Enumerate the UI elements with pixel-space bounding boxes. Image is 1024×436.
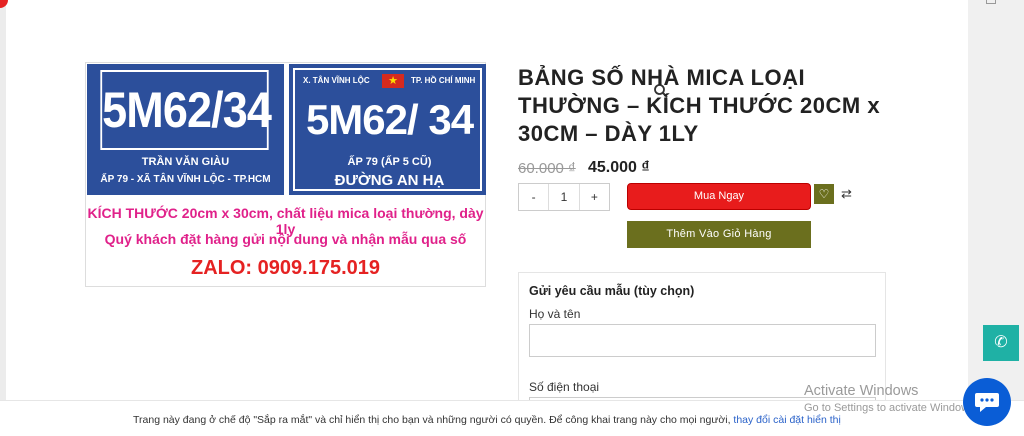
quantity-plus-button[interactable]: +	[580, 184, 609, 210]
zalo-caption: ZALO: 0909.175.019	[191, 257, 380, 279]
activate-windows-title: Activate Windows	[804, 383, 919, 399]
chat-bubble-icon[interactable]	[963, 378, 1011, 426]
notice-text: Trang này đang ở chế độ "Sắp ra mắt" và …	[133, 414, 734, 426]
buy-now-button[interactable]: Mua Ngay	[627, 183, 811, 210]
cart-icon[interactable]	[986, 0, 996, 4]
plate-number: 5M62/ 34	[305, 96, 474, 143]
name-label: Họ và tên	[529, 307, 581, 321]
product-image[interactable]: 5M62/34 TRẦN VĂN GIÀU ẤP 79 - XÃ TÂN VĨN…	[85, 62, 676, 287]
product-title: BẢNG SỐ NHÀ MICA LOẠI THƯỜNG – KÍCH THƯỚ…	[518, 65, 881, 146]
order-caption: Quý khách đặt hàng gửi nội dung và nhận …	[104, 231, 467, 247]
plate-ward: X. TÂN VĨNH LỘC	[303, 76, 370, 85]
quantity-stepper[interactable]: - 1 +	[518, 183, 610, 211]
name-field[interactable]	[529, 324, 876, 357]
compare-icon[interactable]: ⇄	[841, 186, 852, 202]
visibility-settings-link[interactable]: thay đổi cài đặt hiển thị	[733, 414, 840, 426]
heart-icon[interactable]: ♡	[814, 184, 834, 204]
plate-address: ẤP 79 - XÃ TÂN VĨNH LỘC - TP.HCM	[100, 174, 271, 185]
activate-windows-subtitle: Go to Settings to activate Windows.	[804, 402, 978, 414]
plate-border: X. TÂN VĨNH LỘC ★ TP. HỒ CHÍ MINH 5M62/ …	[293, 68, 482, 191]
add-to-cart-button[interactable]: Thêm Vào Giỏ Hàng	[627, 221, 811, 248]
phone-label: Số điện thoại	[529, 380, 600, 394]
plate-street: ĐƯỜNG AN HẠ	[334, 172, 445, 189]
right-sidebar	[968, 0, 1024, 436]
house-plate-simple: 5M62/34 TRẦN VĂN GIÀU ẤP 79 - XÃ TÂN VĨN…	[87, 64, 284, 195]
quantity-minus-button[interactable]: -	[519, 184, 548, 210]
sale-price: 45.000 ₫	[588, 159, 650, 176]
vietnam-flag-icon: ★	[382, 74, 404, 88]
form-title: Gửi yêu cầu mẫu (tùy chọn)	[529, 284, 695, 298]
house-plate-detailed: X. TÂN VĨNH LỘC ★ TP. HỒ CHÍ MINH 5M62/ …	[289, 64, 676, 195]
plate-number: 5M62/34	[100, 70, 272, 150]
plate-owner: TRẦN VĂN GIÀU	[141, 156, 230, 168]
original-price: 60.000 ₫	[518, 160, 576, 177]
plate-city: TP. HỒ CHÍ MINH	[411, 76, 476, 85]
quantity-input[interactable]: 1	[548, 184, 580, 210]
plate-hamlet: ẤP 79 (ẤP 5 CŨ)	[347, 156, 432, 168]
phone-call-icon[interactable]: ✆	[983, 325, 1019, 361]
